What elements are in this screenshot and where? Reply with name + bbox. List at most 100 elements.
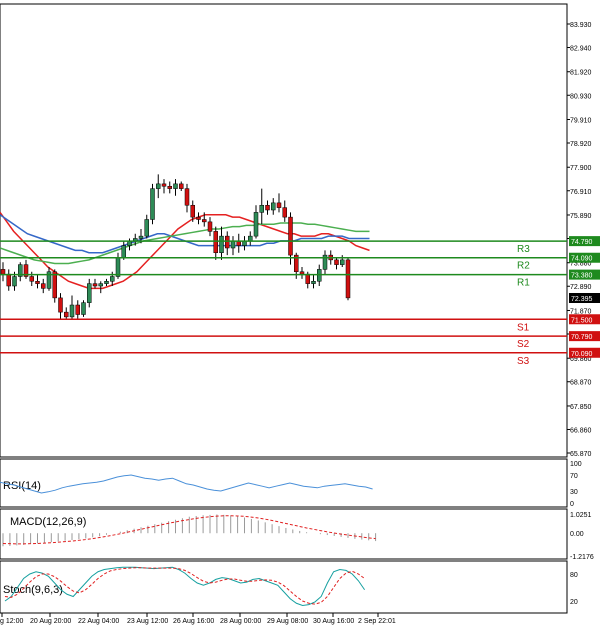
stoch-axis-label: 20 <box>570 599 578 606</box>
price-tick-label: 66.860 <box>570 427 592 434</box>
price-tick-label: 75.890 <box>570 213 592 220</box>
candle-body <box>144 219 149 237</box>
candle-body <box>276 202 282 208</box>
chart-canvas[interactable]: 83.930 82.940 81.920 80.930 79.910 78.920 77.9… <box>0 0 600 628</box>
current-price-marker: 72.395 <box>569 293 600 304</box>
candle-body <box>92 283 98 287</box>
candle-body <box>340 259 345 265</box>
level-name-s1: S1 <box>517 322 530 333</box>
stoch-label: Stoch(9,6,3) <box>3 584 63 596</box>
level-name-s3: S3 <box>517 356 530 367</box>
candle-body <box>35 281 40 284</box>
candle-body <box>334 259 339 265</box>
level-name-r2: R2 <box>517 261 530 272</box>
level-price-label: 70.790 <box>571 334 593 341</box>
candle-body <box>288 216 293 256</box>
price-tick-label: 79.910 <box>570 117 592 124</box>
price-tick-label: 81.920 <box>570 70 592 77</box>
candle-body <box>282 207 287 218</box>
candle-body <box>299 271 305 275</box>
candle-body <box>207 221 213 232</box>
candle-body <box>58 297 63 313</box>
level-price-label: 74.090 <box>571 256 593 263</box>
candle-body <box>138 235 144 239</box>
candle-body <box>225 235 230 249</box>
time-tick-label: 30 Aug 16:00 <box>313 618 354 625</box>
price-tick-label: 78.920 <box>570 141 592 148</box>
candle-body <box>213 231 218 254</box>
level-name-r3: R3 <box>517 244 530 255</box>
candle-body <box>248 235 253 242</box>
candle-body <box>150 188 155 220</box>
price-tick-label: 77.900 <box>570 165 592 172</box>
level-price-label: 71.500 <box>571 317 593 324</box>
price-tick-label: 65.870 <box>570 451 592 458</box>
level-name-s2: S2 <box>517 339 530 350</box>
time-tick-label: 2 Sep 22:01 <box>358 618 396 625</box>
price-tick-label: 76.910 <box>570 189 592 196</box>
price-tick-label: 82.940 <box>570 46 592 53</box>
candle-body <box>265 204 270 211</box>
time-tick-label: g 12:00 <box>0 618 23 625</box>
candle-body <box>29 276 34 282</box>
macd-label: MACD(12,26,9) <box>10 516 86 528</box>
candle-body <box>179 183 184 189</box>
candle-body <box>311 281 316 284</box>
candle-body <box>253 212 259 237</box>
rsi-label: RSI(14) <box>3 480 41 492</box>
candle-body <box>196 216 201 220</box>
candle-body <box>167 185 172 189</box>
time-tick-label: 22 Aug 04:00 <box>78 618 119 625</box>
rsi-axis-label: 30 <box>570 489 578 496</box>
candle-body <box>110 276 115 282</box>
price-tick-label: 72.890 <box>570 284 592 291</box>
forex-chart-window: 83.930 82.940 81.920 80.930 79.910 78.920 77.9… <box>0 0 600 628</box>
macd-axis-label: -1.2176 <box>570 554 594 561</box>
candle-body <box>173 183 178 189</box>
candle-body <box>184 188 190 206</box>
time-tick-label: 28 Aug 00:00 <box>220 618 261 625</box>
level-name-r1: R1 <box>517 278 530 289</box>
price-tick-label: 80.930 <box>570 93 592 100</box>
candle-body <box>75 304 80 315</box>
price-tick-label: 83.930 <box>570 22 592 29</box>
candle-body <box>52 271 57 299</box>
time-tick-label: 26 Aug 16:00 <box>173 618 214 625</box>
candle-body <box>0 269 6 275</box>
candle-body <box>271 202 276 211</box>
stoch-axis-label: 80 <box>570 572 578 579</box>
macd-axis-label: 0.00 <box>570 531 584 538</box>
rsi-axis-label: 70 <box>570 473 578 480</box>
price-tick-label: 67.850 <box>570 404 592 411</box>
candle-body <box>104 281 109 284</box>
time-tick-label: 29 Aug 08:00 <box>267 618 308 625</box>
candle-body <box>190 204 195 218</box>
level-price-label: 70.090 <box>571 351 593 358</box>
candle-body <box>202 219 207 223</box>
candle-body <box>81 302 86 315</box>
level-price-label: 73.380 <box>571 273 593 280</box>
candle-body <box>12 276 17 287</box>
candle-body <box>69 304 75 318</box>
level-price-label: 74.790 <box>571 239 593 246</box>
price-tick-label: 68.870 <box>570 380 592 387</box>
candle-body <box>161 183 167 187</box>
rsi-axis-label: 0 <box>570 501 574 508</box>
time-tick-label: 20 Aug 20:00 <box>30 618 71 625</box>
candle-body <box>115 257 121 277</box>
candle-body <box>305 273 310 284</box>
time-tick-label: 23 Aug 12:00 <box>127 618 168 625</box>
candle-body <box>230 240 236 249</box>
current-price-label: 72.395 <box>571 296 593 303</box>
candle-body <box>98 283 103 287</box>
candle-body <box>259 204 264 213</box>
chart-background <box>0 0 600 628</box>
candle-body <box>219 235 224 254</box>
candle-body <box>87 283 92 303</box>
candle-body <box>121 245 126 258</box>
candle-body <box>345 259 351 299</box>
macd-axis-label: 1.0251 <box>570 512 592 519</box>
candle-body <box>41 283 46 289</box>
candle-body <box>64 311 69 318</box>
candle-body <box>156 183 161 189</box>
